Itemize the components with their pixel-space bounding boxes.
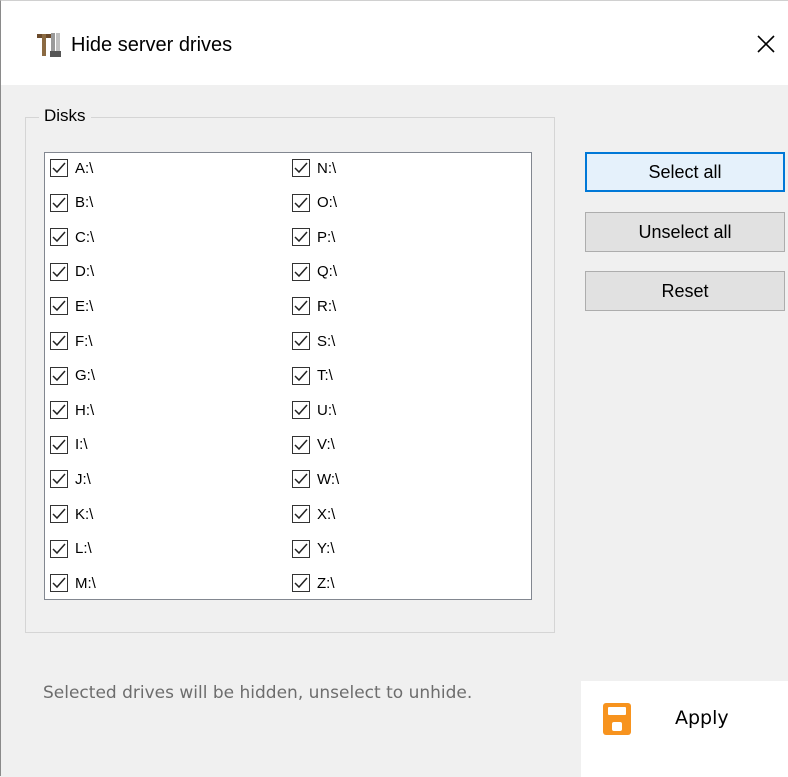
drive-label: C:\ xyxy=(75,228,95,246)
save-icon xyxy=(603,703,631,735)
drive-checkbox[interactable] xyxy=(50,366,68,385)
drive-checkbox[interactable] xyxy=(50,539,68,558)
drive-item[interactable]: M:\ xyxy=(50,571,96,595)
drive-checkbox[interactable] xyxy=(292,435,310,454)
drive-item[interactable]: S:\ xyxy=(292,329,335,353)
drive-label: G:\ xyxy=(75,367,96,385)
drive-checkbox[interactable] xyxy=(292,297,310,316)
drive-item[interactable]: P:\ xyxy=(292,225,335,249)
drive-item[interactable]: K:\ xyxy=(50,502,93,526)
drive-label: K:\ xyxy=(75,505,94,523)
drive-item[interactable]: F:\ xyxy=(50,329,93,353)
drive-checkbox[interactable] xyxy=(50,574,68,593)
drive-item[interactable]: A:\ xyxy=(50,156,93,180)
drive-item[interactable]: X:\ xyxy=(292,502,335,526)
drive-label: I:\ xyxy=(75,436,88,454)
drive-label: A:\ xyxy=(75,159,94,177)
drive-list[interactable]: A:\ B:\ C:\ D:\ E:\ F:\ G:\ H:\ I:\ J:\ K:\ L:\ M:\ N… xyxy=(44,152,532,600)
drive-label: W:\ xyxy=(317,470,340,488)
drive-label: J:\ xyxy=(75,470,91,488)
unselect-all-button[interactable]: Unselect all xyxy=(585,212,785,252)
drive-item[interactable]: V:\ xyxy=(292,433,335,457)
drive-label: L:\ xyxy=(75,540,92,558)
dialog-window: Hide server drives Disks A:\ B:\ C:\ D:\ E:\… xyxy=(0,0,788,777)
drive-item[interactable]: U:\ xyxy=(292,398,336,422)
drive-label: M:\ xyxy=(75,574,96,592)
drive-label: T:\ xyxy=(317,367,333,385)
drive-label: H:\ xyxy=(75,401,95,419)
drive-label: X:\ xyxy=(317,505,336,523)
drive-checkbox[interactable] xyxy=(50,262,68,281)
drive-checkbox[interactable] xyxy=(50,332,68,350)
close-button[interactable] xyxy=(743,23,788,69)
drive-item[interactable]: B:\ xyxy=(50,191,93,215)
drive-label: R:\ xyxy=(317,297,337,315)
drive-checkbox[interactable] xyxy=(292,159,310,177)
drive-item[interactable]: H:\ xyxy=(50,398,94,422)
drive-checkbox[interactable] xyxy=(292,366,310,385)
drive-label: U:\ xyxy=(317,401,337,419)
drive-label: Q:\ xyxy=(317,263,338,281)
drive-item[interactable]: Z:\ xyxy=(292,571,335,595)
drive-checkbox[interactable] xyxy=(292,505,310,523)
drive-item[interactable]: J:\ xyxy=(50,467,91,491)
drive-checkbox[interactable] xyxy=(292,228,310,247)
drive-item[interactable]: E:\ xyxy=(50,294,93,318)
drive-checkbox[interactable] xyxy=(292,262,310,281)
drive-item[interactable]: D:\ xyxy=(50,260,94,284)
title-bar: Hide server drives xyxy=(1,1,788,85)
drive-checkbox[interactable] xyxy=(292,332,310,350)
drive-checkbox[interactable] xyxy=(292,539,310,558)
drive-label: N:\ xyxy=(317,159,337,177)
drive-checkbox[interactable] xyxy=(292,193,310,212)
select-all-button[interactable]: Select all xyxy=(585,152,785,192)
drive-checkbox[interactable] xyxy=(50,401,68,420)
drive-label: O:\ xyxy=(317,194,338,212)
drive-item[interactable]: O:\ xyxy=(292,191,337,215)
tools-icon xyxy=(35,31,65,59)
drive-checkbox[interactable] xyxy=(50,228,68,247)
drive-label: E:\ xyxy=(75,297,94,315)
disks-group-label: Disks xyxy=(39,104,91,128)
drive-item[interactable]: C:\ xyxy=(50,225,94,249)
drive-item[interactable]: I:\ xyxy=(50,433,88,457)
drive-label: Y:\ xyxy=(317,540,335,558)
drive-checkbox[interactable] xyxy=(50,297,68,316)
drive-checkbox[interactable] xyxy=(50,470,68,489)
close-icon xyxy=(756,34,776,59)
drive-checkbox[interactable] xyxy=(50,435,68,454)
drive-label: S:\ xyxy=(317,332,336,350)
drive-item[interactable]: T:\ xyxy=(292,364,333,388)
drive-checkbox[interactable] xyxy=(292,574,310,593)
drive-item[interactable]: Q:\ xyxy=(292,260,337,284)
drive-label: B:\ xyxy=(75,194,94,212)
reset-button[interactable]: Reset xyxy=(585,271,785,311)
drive-checkbox[interactable] xyxy=(292,470,310,489)
drive-checkbox[interactable] xyxy=(50,193,68,212)
drive-label: V:\ xyxy=(317,436,335,454)
drive-label: D:\ xyxy=(75,263,95,281)
drive-label: P:\ xyxy=(317,228,336,246)
drive-checkbox[interactable] xyxy=(292,401,310,420)
drive-item[interactable]: Y:\ xyxy=(292,537,335,561)
apply-label: Apply xyxy=(675,707,729,729)
drive-label: Z:\ xyxy=(317,574,335,592)
drive-checkbox[interactable] xyxy=(50,505,68,523)
drive-item[interactable]: G:\ xyxy=(50,364,95,388)
hint-text: Selected drives will be hidden, unselect… xyxy=(43,683,473,703)
drive-item[interactable]: L:\ xyxy=(50,537,92,561)
drive-checkbox[interactable] xyxy=(50,159,68,177)
drive-item[interactable]: W:\ xyxy=(292,467,339,491)
drive-label: F:\ xyxy=(75,332,93,350)
window-title: Hide server drives xyxy=(71,34,233,56)
drive-item[interactable]: R:\ xyxy=(292,294,336,318)
apply-button[interactable]: Apply xyxy=(581,681,788,761)
drive-item[interactable]: N:\ xyxy=(292,156,336,180)
